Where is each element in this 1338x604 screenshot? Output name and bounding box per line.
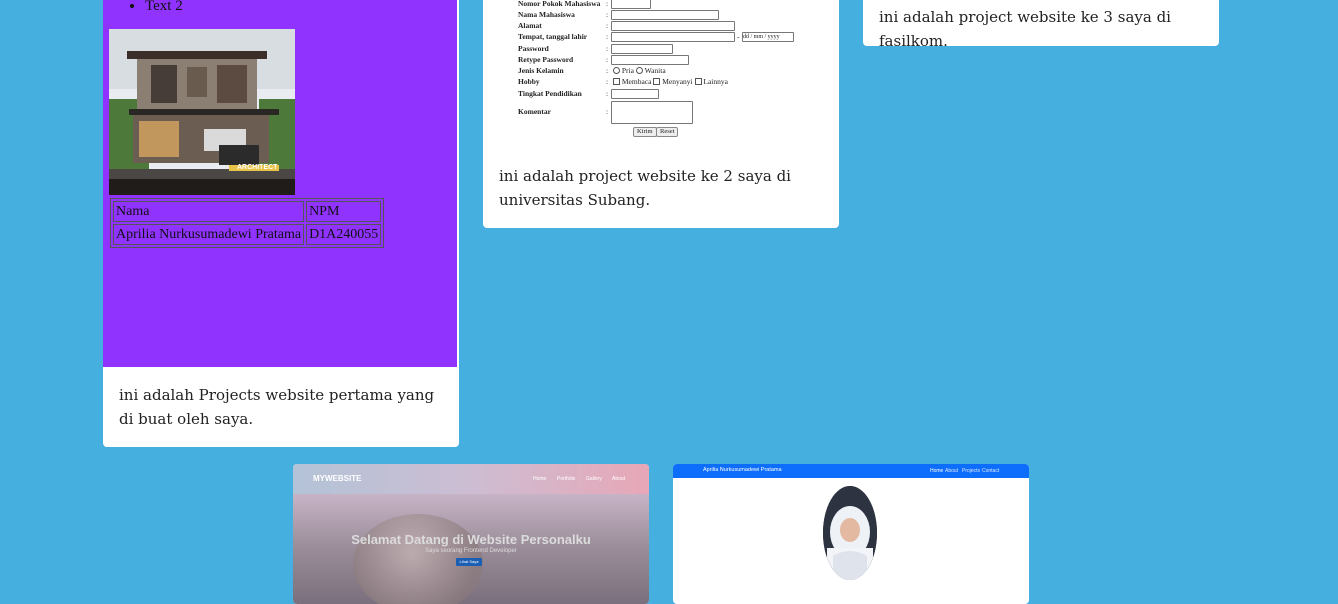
preview-nav-link: Home [930, 467, 944, 474]
checkbox-membaca[interactable] [613, 78, 620, 85]
house-image: ARCHITECT [109, 29, 295, 195]
preview-nav-link: Projects [962, 467, 981, 474]
form-label: Jenis Kelamin [518, 66, 564, 75]
reset-button[interactable]: Reset [656, 127, 679, 137]
form-label: Password [518, 44, 549, 53]
preview-navbar: Aprilia Nurkusumadewi Pratama Home About… [673, 464, 1029, 478]
preview-brand: MYWEBSITE [313, 474, 362, 483]
profile-avatar [823, 486, 877, 580]
npm-input[interactable] [611, 0, 651, 9]
preview-hero-button: Lihat Saya [456, 558, 482, 566]
checkbox-label: Membaca [621, 77, 652, 86]
table-cell: Aprilia Nurkusumadewi Pratama [113, 224, 305, 245]
form-label: Tempat, tanggal lahir [518, 32, 588, 41]
preview-nav-link: Home [533, 476, 547, 482]
form-label: Tingkat Pendidikan [518, 89, 582, 98]
list-item: Text 2 [145, 0, 183, 15]
table-header-cell: Nama [113, 201, 305, 222]
project-description: ini adalah Projects website pertama yang… [119, 386, 435, 428]
preview-list: Text 2 [103, 0, 183, 15]
preview-nav-link: About [612, 476, 626, 482]
form-label: Nama Mahasiswa [518, 10, 575, 19]
table-header-cell: NPM [306, 201, 382, 222]
table-header-row: Nama NPM [113, 201, 382, 222]
checkbox-label: Menyanyi [662, 77, 693, 86]
project-description: ini adalah project website ke 3 saya di … [879, 8, 1171, 46]
radio-pria[interactable] [613, 67, 620, 74]
tanggal-lahir-input[interactable]: dd / mm / yyyy [742, 32, 794, 42]
komentar-textarea[interactable] [611, 101, 693, 124]
preview-nav-link: Contact [982, 467, 1000, 474]
preview-hero-title: Selamat Datang di Website Personalku [351, 532, 591, 547]
project-card-2[interactable]: Nomor Pokok Mahasiswa : Nama Mahasiswa :… [483, 0, 839, 228]
form-label: Nomor Pokok Mahasiswa [518, 0, 601, 8]
pendidikan-select[interactable] [611, 89, 659, 99]
table-row: Aprilia Nurkusumadewi Pratama D1A240055 [113, 224, 382, 245]
preview-navbar: MYWEBSITE Home Portfolio Gallery About [293, 464, 649, 494]
gender-options: Pria Wanita [613, 66, 666, 75]
project-card-5[interactable]: Aprilia Nurkusumadewi Pratama Home About… [673, 464, 1029, 604]
hobby-options: Membaca Menyanyi Lainnya [613, 77, 728, 86]
alamat-input[interactable] [611, 21, 735, 31]
table-cell: D1A240055 [306, 224, 382, 245]
project-card-4[interactable]: MYWEBSITE Home Portfolio Gallery About S… [293, 464, 649, 604]
password-input[interactable] [611, 44, 673, 54]
form-label: Retype Password [518, 55, 574, 64]
preview-hero-subtitle: Saya seorang Frontend Developer [425, 548, 517, 554]
nama-input[interactable] [611, 10, 719, 20]
form-label: Hobby [518, 77, 540, 86]
personal-site-preview: MYWEBSITE Home Portfolio Gallery About S… [293, 464, 649, 604]
tempat-lahir-input[interactable] [611, 32, 735, 42]
checkbox-lainnya[interactable] [694, 78, 702, 85]
project-preview-1: Text 2 ARCHITECT [103, 0, 457, 367]
kirim-button[interactable]: Kirim [633, 127, 657, 137]
preview-nav-link: About [945, 467, 959, 474]
student-table: Nama NPM Aprilia Nurkusumadewi Pratama D… [110, 198, 385, 248]
project-description: ini adalah project website ke 2 saya di … [499, 167, 791, 209]
radio-label: Wanita [644, 66, 666, 75]
form-label: Komentar [518, 107, 551, 116]
house-caption: ARCHITECT [237, 164, 278, 171]
form-label: Alamat [518, 21, 542, 30]
project-card-3[interactable]: ini adalah project website ke 3 saya di … [863, 0, 1219, 46]
project-card-1[interactable]: Text 2 ARCHITECT [103, 0, 459, 447]
checkbox-menyanyi[interactable] [653, 78, 661, 85]
preview-nav-link: Portfolio [557, 476, 576, 482]
checkbox-label: Lainnya [703, 77, 728, 86]
radio-label: Pria [621, 66, 634, 75]
radio-wanita[interactable] [635, 67, 643, 74]
preview-nav-link: Gallery [586, 476, 602, 482]
retype-password-input[interactable] [611, 55, 689, 65]
preview-brand: Aprilia Nurkusumadewi Pratama [703, 467, 782, 473]
